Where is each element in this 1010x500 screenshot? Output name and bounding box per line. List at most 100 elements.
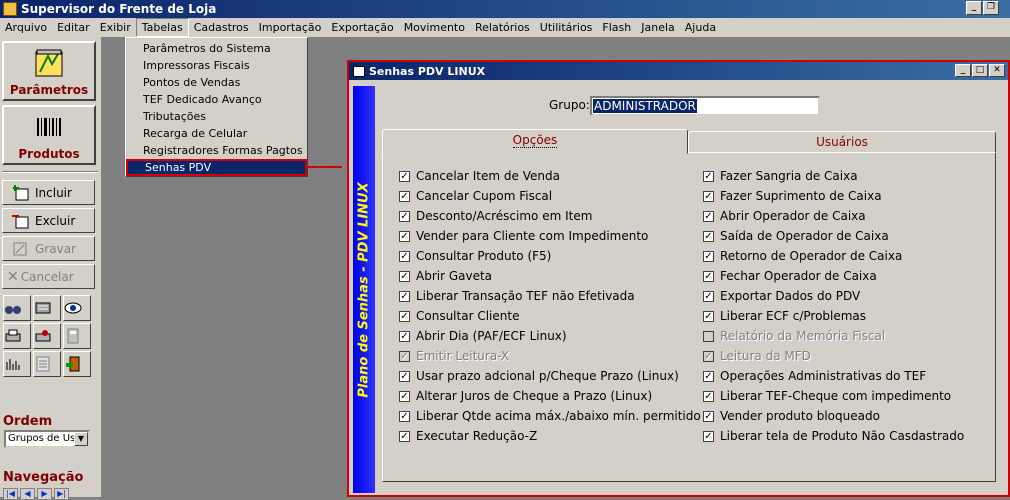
menu-item[interactable]: Movimento xyxy=(399,18,470,37)
option-checkbox[interactable]: ✓ Operações Administrativas do TEF xyxy=(703,368,926,384)
search-icon-button[interactable] xyxy=(3,295,31,321)
incluir-button[interactable]: Incluir xyxy=(2,180,95,205)
minimize-icon[interactable]: _ xyxy=(966,1,982,15)
excluir-button[interactable]: Excluir xyxy=(2,208,95,233)
option-checkbox[interactable]: ✓ Fechar Operador de Caixa xyxy=(703,268,877,284)
tab-opcoes[interactable]: Opções xyxy=(382,129,688,154)
option-checkbox[interactable]: ✓ Consultar Produto (F5) xyxy=(399,248,551,264)
menu-item[interactable]: Editar xyxy=(52,18,95,37)
option-label: Fazer Sangria de Caixa xyxy=(720,169,858,183)
cancelar-button[interactable]: ✕ Cancelar xyxy=(2,264,95,289)
gear-printer-icon xyxy=(35,330,51,342)
option-label: Relatório da Memória Fiscal xyxy=(720,329,886,343)
option-label: Alterar Juros de Cheque a Prazo (Linux) xyxy=(416,389,653,403)
chart-icon-button[interactable] xyxy=(3,351,31,377)
option-checkbox[interactable]: ✓ Liberar Transação TEF não Efetivada xyxy=(399,288,635,304)
option-checkbox[interactable]: ✓ Retorno de Operador de Caixa xyxy=(703,248,902,264)
option-label: Fechar Operador de Caixa xyxy=(720,269,877,283)
option-checkbox[interactable]: ✓ Liberar tela de Produto Não Casdastrado xyxy=(703,428,964,444)
tabelas-menu-item[interactable]: Tributações xyxy=(126,108,307,125)
chevron-down-icon[interactable]: ▼ xyxy=(74,432,88,446)
option-checkbox[interactable]: ✓ Liberar Qtde acima máx./abaixo mín. per… xyxy=(399,408,701,424)
menu-item[interactable]: Janela xyxy=(636,18,680,37)
option-checkbox[interactable]: ✓ Exportar Dados do PDV xyxy=(703,288,860,304)
produtos-button[interactable]: Produtos xyxy=(2,105,96,165)
restore-icon[interactable]: ❐ xyxy=(983,1,999,15)
tabelas-menu-item[interactable]: Pontos de Vendas xyxy=(126,74,307,91)
option-checkbox[interactable]: ✓ Abrir Dia (PAF/ECF Linux) xyxy=(399,328,567,344)
option-label: Vender produto bloqueado xyxy=(720,409,880,423)
option-checkbox[interactable]: ✓ Saída de Operador de Caixa xyxy=(703,228,889,244)
last-record-icon[interactable]: ▶| xyxy=(54,488,69,500)
option-label: Cancelar Item de Venda xyxy=(416,169,560,183)
gravar-button[interactable]: Gravar xyxy=(2,236,95,261)
parametros-button[interactable]: Parâmetros xyxy=(2,41,96,101)
option-checkbox[interactable]: ✓ Vender para Cliente com Impedimento xyxy=(399,228,648,244)
option-label: Executar Redução-Z xyxy=(416,429,538,443)
option-checkbox[interactable]: ✓ Usar prazo adcional p/Cheque Prazo (Lin… xyxy=(399,368,679,384)
option-checkbox[interactable]: ✓ Cancelar Item de Venda xyxy=(399,168,560,184)
maximize-icon[interactable]: □ xyxy=(972,64,988,77)
menu-item[interactable]: Exibir xyxy=(95,18,136,37)
minimize-icon[interactable]: _ xyxy=(955,64,971,77)
menu-item[interactable]: Tabelas xyxy=(135,18,189,37)
view-icon-button[interactable] xyxy=(63,295,91,321)
option-checkbox[interactable]: ✓ Abrir Gaveta xyxy=(399,268,492,284)
filter-icon-button[interactable] xyxy=(33,295,61,321)
option-checkbox[interactable]: ✓ Fazer Suprimento de Caixa xyxy=(703,188,882,204)
option-checkbox[interactable]: ✓ Vender produto bloqueado xyxy=(703,408,880,424)
option-checkbox[interactable]: ✓ Fazer Sangria de Caixa xyxy=(703,168,858,184)
ordem-select[interactable]: Grupos de Us ▼ xyxy=(4,430,90,448)
option-checkbox: ✓ Emitir Leitura-X xyxy=(399,348,509,364)
printer-icon xyxy=(5,329,21,342)
checkmark-icon: ✓ xyxy=(703,430,714,442)
option-label: Exportar Dados do PDV xyxy=(720,289,861,303)
tab-usuarios[interactable]: Usuários xyxy=(688,131,996,153)
menu-item[interactable]: Cadastros xyxy=(189,18,254,37)
grupo-input[interactable]: ADMINISTRADOR xyxy=(590,96,820,116)
checkmark-icon: ✓ xyxy=(703,170,714,182)
tabelas-menu-item[interactable]: Parâmetros do Sistema xyxy=(126,40,307,57)
menu-item[interactable]: Relatórios xyxy=(470,18,535,37)
menu-item[interactable]: Arquivo xyxy=(0,18,52,37)
close-icon[interactable]: ✕ xyxy=(989,64,1005,77)
menu-item[interactable]: Utilitários xyxy=(535,18,598,37)
menu-item[interactable]: Flash xyxy=(597,18,636,37)
cancelar-label: Cancelar xyxy=(20,269,74,284)
option-checkbox[interactable]: ✓ Cancelar Cupom Fiscal xyxy=(399,188,552,204)
ordem-label: Ordem xyxy=(3,414,53,429)
option-label: Cancelar Cupom Fiscal xyxy=(416,189,553,203)
menu-item[interactable]: Exportação xyxy=(326,18,398,37)
option-checkbox[interactable]: ✓ Executar Redução-Z xyxy=(399,428,537,444)
checkmark-icon: ✓ xyxy=(399,210,410,222)
tabelas-menu-item[interactable]: Senhas PDV xyxy=(126,159,307,176)
option-checkbox[interactable]: ✓ Alterar Juros de Cheque a Prazo (Linux) xyxy=(399,388,652,404)
checkmark-icon: ✓ xyxy=(399,190,410,202)
menu-item[interactable]: Ajuda xyxy=(680,18,721,37)
option-checkbox[interactable]: ✓ Desconto/Acréscimo em Item xyxy=(399,208,592,224)
tabelas-menu-item[interactable]: Recarga de Celular xyxy=(126,125,307,142)
checkmark-icon: ✓ xyxy=(399,330,410,342)
tabelas-menu-item[interactable]: TEF Dedicado Avanço xyxy=(126,91,307,108)
exit-icon-button[interactable] xyxy=(63,351,91,377)
checkmark-icon: ✓ xyxy=(399,290,410,302)
option-label: Leitura da MFD xyxy=(720,349,811,363)
checkmark-icon: ✓ xyxy=(703,270,714,282)
first-record-icon[interactable]: |◀ xyxy=(3,488,18,500)
parametros-icon xyxy=(35,49,63,77)
app-icon xyxy=(3,2,17,16)
option-checkbox[interactable]: ✓ Abrir Operador de Caixa xyxy=(703,208,866,224)
tabelas-menu-item[interactable]: Impressoras Fiscais xyxy=(126,57,307,74)
option-checkbox[interactable]: ✓ Liberar ECF c/Problemas xyxy=(703,308,866,324)
menu-item[interactable]: Importação xyxy=(254,18,327,37)
calculator-icon-button[interactable] xyxy=(63,323,91,349)
previous-record-icon[interactable]: ◀ xyxy=(20,488,35,500)
option-checkbox[interactable]: ✓ Consultar Cliente xyxy=(399,308,519,324)
print-icon-button[interactable] xyxy=(3,323,31,349)
next-record-icon[interactable]: ▶ xyxy=(37,488,52,500)
tabelas-menu-item[interactable]: Registradores Formas Pagtos xyxy=(126,142,307,159)
report-icon-button[interactable] xyxy=(33,351,61,377)
option-checkbox[interactable]: ✓ Liberar TEF-Cheque com impedimento xyxy=(703,388,951,404)
config-icon-button[interactable] xyxy=(33,323,61,349)
navigation-buttons: |◀ ◀ ▶ ▶| xyxy=(3,488,69,500)
